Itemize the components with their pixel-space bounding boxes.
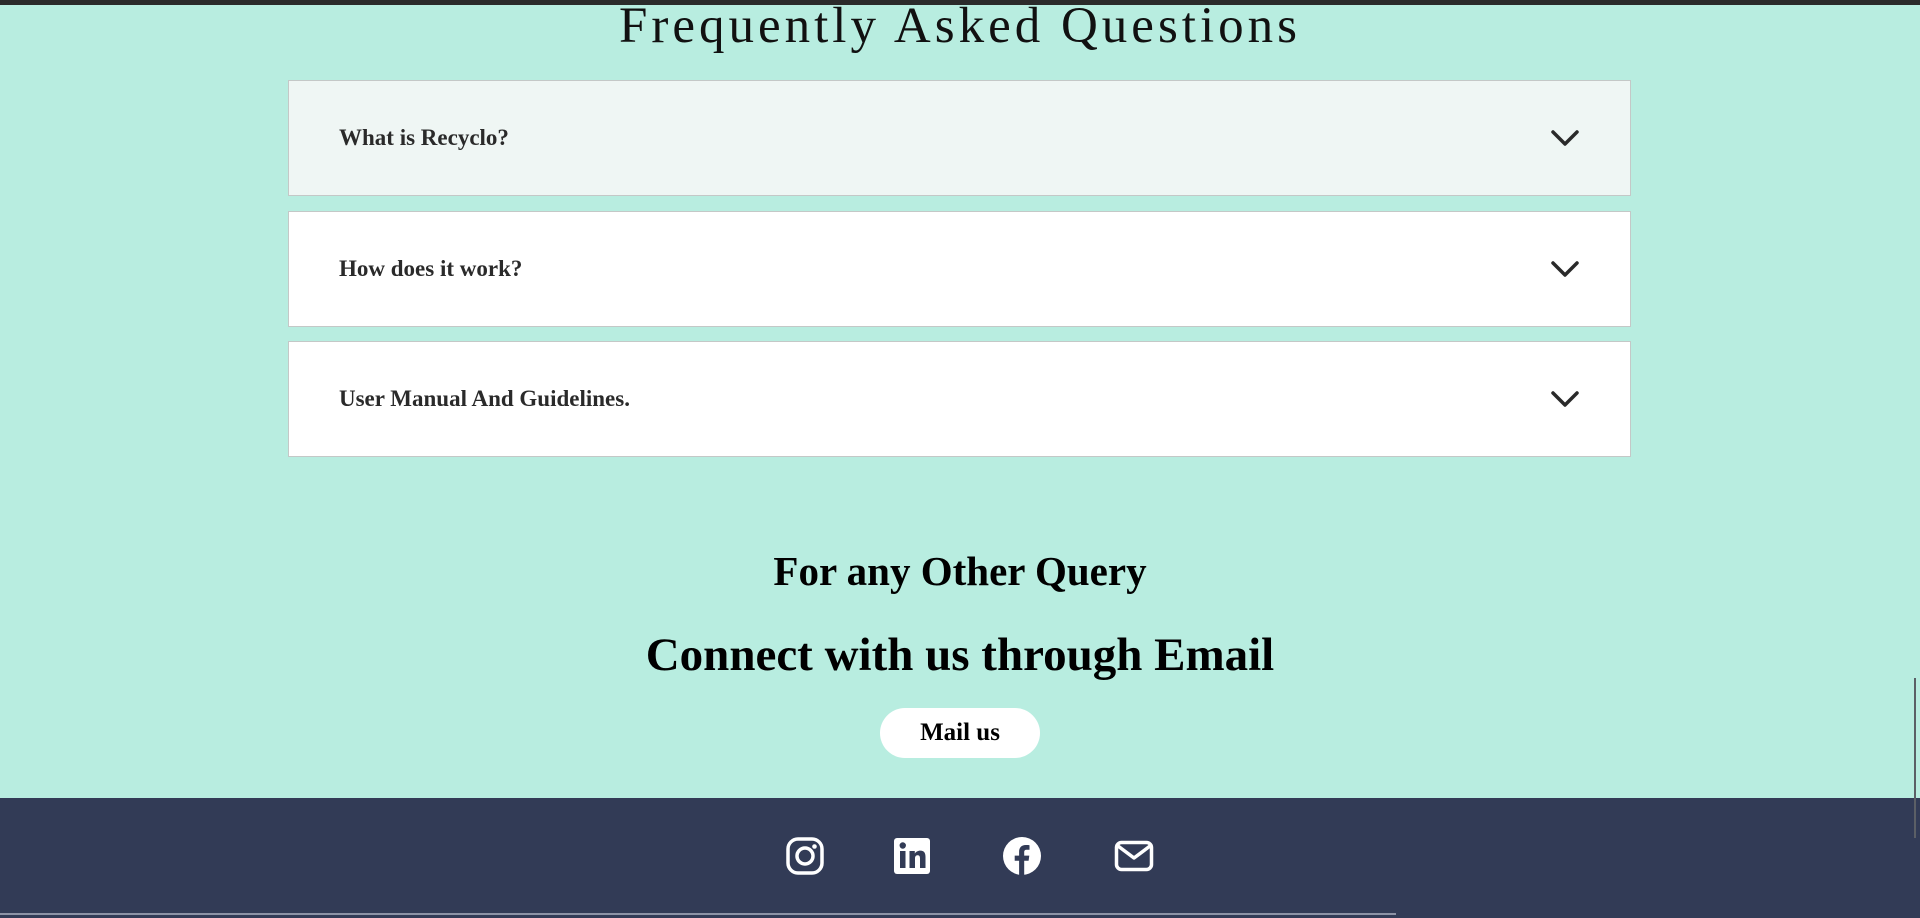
faq-question: How does it work?: [339, 256, 523, 281]
faq-item-how-does-it-work[interactable]: How does it work?: [288, 211, 1631, 327]
faq-question: User Manual And Guidelines.: [339, 386, 630, 411]
linkedin-icon[interactable]: [892, 836, 932, 876]
mail-icon[interactable]: [1114, 836, 1154, 876]
chevron-down-icon: [1551, 261, 1579, 277]
faq-title: Frequently Asked Questions: [619, 0, 1301, 54]
footer: [0, 798, 1920, 918]
email-connect-heading: Connect with us through Email: [645, 629, 1275, 681]
faq-item-user-manual[interactable]: User Manual And Guidelines.: [288, 341, 1631, 457]
other-query-heading: For any Other Query: [773, 548, 1147, 594]
footer-divider: [0, 913, 1396, 915]
chevron-down-icon: [1551, 391, 1579, 407]
mail-us-button[interactable]: Mail us: [880, 708, 1040, 758]
faq-question: What is Recyclo?: [339, 125, 509, 150]
scrollbar-thumb[interactable]: [1914, 678, 1916, 838]
facebook-icon[interactable]: [1002, 836, 1042, 876]
faq-item-what-is-recyclo[interactable]: What is Recyclo?: [288, 80, 1631, 196]
instagram-icon[interactable]: [785, 836, 825, 876]
chevron-down-icon: [1551, 130, 1579, 146]
